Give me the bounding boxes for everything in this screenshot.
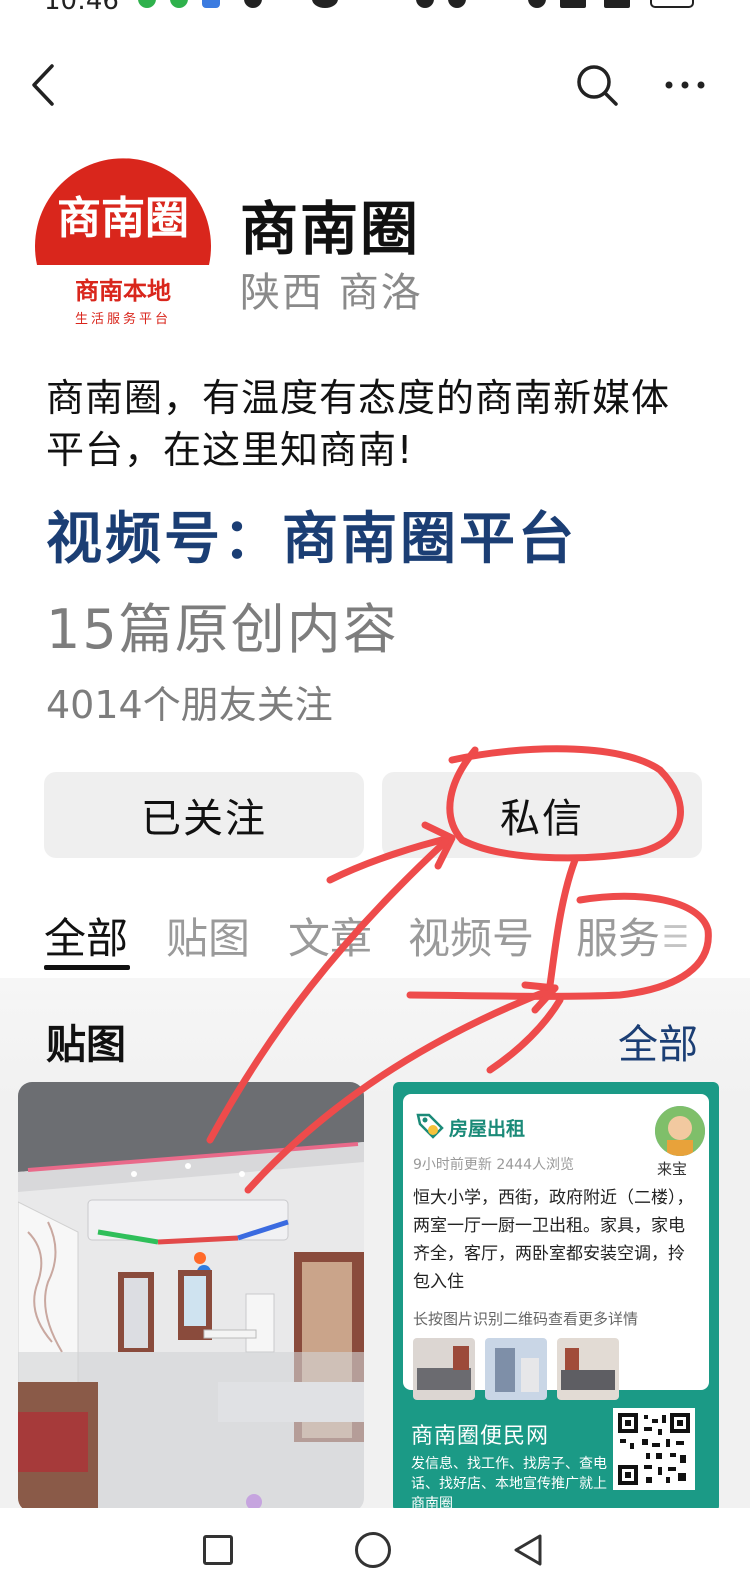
- poster-footer-title: 商南圈便民网: [411, 1424, 550, 1449]
- account-profile-page: 10:46 商南圈 商南本地 生活服务平台 商南圈 陕西 商洛 商南圈，有温度有…: [0, 0, 750, 1577]
- tab-images[interactable]: 贴图: [166, 905, 250, 966]
- message-button[interactable]: 私信: [382, 772, 702, 858]
- app-notification-icon: [170, 0, 188, 8]
- friends-following-count: 4014个朋友关注: [46, 683, 333, 727]
- eye-icon: [312, 0, 338, 8]
- logo-tagline: 生活服务平台: [75, 311, 171, 327]
- recent-apps-icon[interactable]: [203, 1535, 233, 1565]
- wifi-icon: [528, 0, 546, 8]
- logo-subtitle: 商南本地: [75, 277, 171, 305]
- app-notification-icon: [202, 0, 220, 8]
- poster-body: 恒大小学，西街，政府附近（二楼），两室一厅一厨一卫出租。家具，家电齐全，客厅，两…: [413, 1188, 694, 1292]
- app-notification-icon: [138, 0, 156, 8]
- account-description: 商南圈，有温度有态度的商南新媒体平台，在这里知商南!: [46, 376, 671, 472]
- room-thumbnail: [413, 1338, 475, 1400]
- home-icon[interactable]: [355, 1532, 391, 1568]
- section-title: 贴图: [46, 1022, 126, 1068]
- rental-poster-card[interactable]: 房屋出租 9小时前更新 2444人浏览 来宝 恒大小学，西街，政府附近（二楼），…: [393, 1082, 719, 1512]
- account-name: 商南圈: [240, 195, 421, 263]
- system-nav-bar: [0, 1508, 750, 1577]
- search-icon[interactable]: [574, 62, 620, 108]
- signal-icon: [604, 0, 630, 8]
- mute-icon: [416, 0, 434, 8]
- status-time: 10:46: [44, 0, 119, 14]
- apartment-photo-card[interactable]: [18, 1082, 364, 1512]
- original-content-count[interactable]: 15篇原创内容: [46, 585, 399, 664]
- room-thumbnail: [557, 1338, 619, 1400]
- location-icon: [448, 0, 466, 8]
- tab-services[interactable]: 服务: [576, 905, 660, 966]
- video-channel-link[interactable]: 视频号：商南圈平台: [46, 494, 577, 575]
- poster-info-panel: 房屋出租 9小时前更新 2444人浏览 来宝 恒大小学，西街，政府附近（二楼），…: [403, 1094, 709, 1400]
- apartment-photo: [18, 1082, 364, 1512]
- tab-video-channel[interactable]: 视频号: [408, 905, 534, 966]
- poster-hint: 长按图片识别二维码查看更多详情: [413, 1310, 639, 1328]
- tag-icon: [415, 1110, 445, 1140]
- followed-button[interactable]: 已关注: [44, 772, 364, 858]
- qq-icon: [244, 0, 262, 8]
- tabs-more-icon[interactable]: ☰: [662, 920, 689, 955]
- active-tab-indicator: [44, 965, 130, 970]
- nav-back-icon[interactable]: [510, 1532, 546, 1568]
- avatar: [655, 1106, 705, 1156]
- more-icon[interactable]: [662, 70, 708, 100]
- tab-articles[interactable]: 文章: [288, 905, 372, 966]
- room-thumbnail: [485, 1338, 547, 1400]
- logo-text: 商南圈: [57, 193, 189, 244]
- back-icon[interactable]: [22, 60, 66, 110]
- qr-code-icon: [613, 1408, 695, 1490]
- section-view-all-link[interactable]: 全部: [618, 1012, 698, 1070]
- account-location: 陕西 商洛: [240, 270, 423, 316]
- signal-icon: [560, 0, 586, 8]
- poster-meta: 9小时前更新 2444人浏览: [413, 1157, 574, 1173]
- tab-all[interactable]: 全部: [44, 905, 128, 966]
- account-logo: 商南圈 商南本地 生活服务平台: [33, 153, 213, 333]
- status-bar: 10:46: [0, 0, 750, 14]
- poster-footer-body: 发信息、找工作、找房子、查电话、找好店、本地宣传推广就上商南圈: [411, 1456, 607, 1512]
- avatar-name: 来宝: [657, 1160, 688, 1178]
- battery-icon: [650, 0, 694, 8]
- poster-tag: 房屋出租: [449, 1118, 526, 1140]
